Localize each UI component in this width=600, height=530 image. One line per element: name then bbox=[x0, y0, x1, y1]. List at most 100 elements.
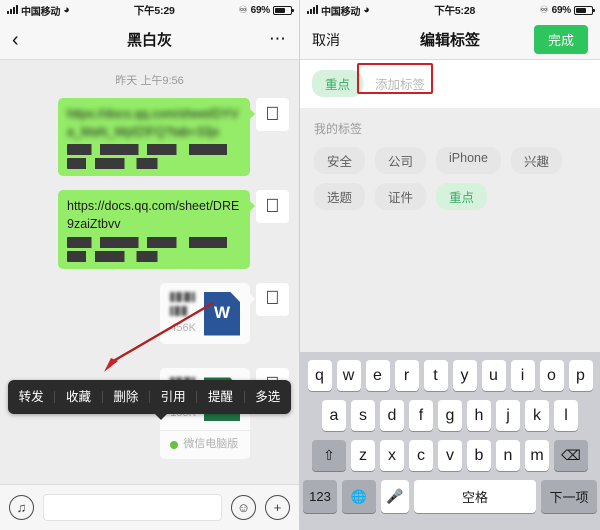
key-l[interactable]: l bbox=[554, 400, 578, 431]
context-menu-item-quote[interactable]: 引用 bbox=[150, 391, 198, 404]
file-type-letter: W bbox=[213, 303, 231, 323]
battery-icon bbox=[273, 5, 294, 15]
status-left-group: 中国移动 ◕ bbox=[307, 3, 370, 18]
tag-chip-xuanti[interactable]: 选题 bbox=[314, 183, 366, 210]
key-d[interactable]: d bbox=[380, 400, 404, 431]
file-card-source: 微信电脑版 bbox=[160, 430, 250, 459]
headphone-icon: ♾ bbox=[238, 4, 248, 16]
selected-tags-field[interactable]: 重点 添加标签 bbox=[300, 60, 600, 108]
status-bar-right: 中国移动 ◕ 下午5:28 ♾ 69% bbox=[300, 0, 600, 20]
key-h[interactable]: h bbox=[467, 400, 491, 431]
key-b[interactable]: b bbox=[467, 440, 491, 471]
key-y[interactable]: y bbox=[452, 360, 477, 391]
redacted-line bbox=[67, 250, 241, 262]
emoji-icon[interactable]: ☺ bbox=[231, 495, 256, 520]
key-w[interactable]: w bbox=[336, 360, 361, 391]
key-f[interactable]: f bbox=[409, 400, 433, 431]
key-u[interactable]: u bbox=[481, 360, 506, 391]
context-menu-item-delete[interactable]: 删除 bbox=[103, 391, 150, 404]
backspace-icon[interactable]: ⌫ bbox=[554, 440, 588, 471]
tag-chip-anquan[interactable]: 安全 bbox=[314, 147, 366, 174]
status-time: 下午5:28 bbox=[434, 4, 476, 17]
message-bubble-file[interactable]: 456K W bbox=[160, 282, 255, 345]
key-r[interactable]: r bbox=[394, 360, 419, 391]
context-menu-item-favorite[interactable]: 收藏 bbox=[55, 391, 103, 404]
redacted-filename bbox=[170, 305, 196, 316]
status-time: 下午5:29 bbox=[133, 4, 175, 17]
voice-input-icon[interactable]: ♫ bbox=[9, 495, 34, 520]
chat-input-bar: ♫ ☺ + bbox=[0, 484, 299, 530]
shift-arrow-icon[interactable]: ⇧ bbox=[312, 440, 346, 471]
key-p[interactable]: p bbox=[568, 360, 593, 391]
tag-chip-gongsi[interactable]: 公司 bbox=[375, 147, 427, 174]
key-z[interactable]: z bbox=[351, 440, 375, 471]
key-o[interactable]: o bbox=[539, 360, 564, 391]
globe-icon[interactable]: 🌐 bbox=[342, 480, 376, 513]
apple-avatar-icon[interactable]:  bbox=[256, 190, 289, 224]
carrier-label: 中国移动 bbox=[321, 6, 361, 18]
context-menu-item-multiselect[interactable]: 多选 bbox=[245, 391, 291, 404]
message-row: 456K W  bbox=[0, 282, 299, 345]
key-c[interactable]: c bbox=[409, 440, 433, 471]
tag-chip-zhongdian[interactable]: 重点 bbox=[436, 183, 488, 210]
battery-icon bbox=[574, 5, 595, 15]
chat-message-list: 昨天 上午9:56 https://docs.qq.com/sheet/DYVa… bbox=[0, 60, 299, 530]
key-a[interactable]: a bbox=[322, 400, 346, 431]
redacted-line bbox=[67, 144, 241, 156]
message-bubble-link[interactable]: https://docs.qq.com/sheet/DYVa_MaN_WpfZI… bbox=[58, 98, 255, 177]
file-card-text: 456K bbox=[170, 291, 196, 337]
key-t[interactable]: t bbox=[423, 360, 448, 391]
key-j[interactable]: j bbox=[496, 400, 520, 431]
context-menu-pointer-icon bbox=[154, 413, 168, 420]
key-n[interactable]: n bbox=[496, 440, 520, 471]
cancel-button[interactable]: 取消 bbox=[312, 30, 340, 50]
key-v[interactable]: v bbox=[438, 440, 462, 471]
context-menu-item-forward[interactable]: 转发 bbox=[8, 391, 56, 404]
tag-chip-zhengjian[interactable]: 证件 bbox=[375, 183, 427, 210]
key-s[interactable]: s bbox=[351, 400, 375, 431]
signal-bars-icon bbox=[7, 5, 18, 14]
message-input[interactable] bbox=[43, 494, 222, 521]
more-options-button[interactable]: ⋯ bbox=[269, 30, 287, 47]
key-x[interactable]: x bbox=[380, 440, 404, 471]
apple-avatar-icon[interactable]:  bbox=[256, 98, 289, 131]
tag-list: 安全 公司 iPhone 兴趣 选题 证件 重点 bbox=[314, 147, 586, 210]
key-m[interactable]: m bbox=[525, 440, 549, 471]
done-button[interactable]: 完成 bbox=[533, 25, 588, 54]
key-k[interactable]: k bbox=[525, 400, 549, 431]
message-text: https://docs.qq.com/sheet/DYVa_MaN_WpfZI… bbox=[67, 107, 239, 140]
microphone-icon[interactable]: 🎤 bbox=[381, 480, 409, 513]
keyboard-row-4: 123 🌐 🎤 空格 下一项 bbox=[300, 480, 600, 513]
nav-bar-right: 取消 编辑标签 完成 bbox=[300, 20, 600, 60]
tag-chip-iphone[interactable]: iPhone bbox=[436, 147, 501, 174]
wifi-icon: ◕ bbox=[63, 3, 70, 16]
dual-screenshot-container: 中国移动 ◕ 下午5:29 ♾ 69% ‹ 黑白灰 ⋯ 昨天 上午9:56 ht… bbox=[0, 0, 600, 530]
file-size: 456K bbox=[170, 321, 196, 334]
space-key[interactable]: 空格 bbox=[414, 480, 536, 513]
plus-icon[interactable]: + bbox=[265, 495, 290, 520]
message-row: https://docs.qq.com/sheet/DRE9zaiZtbvv  bbox=[0, 190, 299, 269]
keyboard-row-1: q w e r t y u i o p bbox=[300, 360, 600, 391]
message-text: https://docs.qq.com/sheet/DRE9zaiZtbvv bbox=[67, 199, 240, 232]
selected-tag-chip[interactable]: 重点 bbox=[312, 70, 364, 97]
tag-chip-xingqu[interactable]: 兴趣 bbox=[510, 147, 562, 174]
status-left-group: 中国移动 ◕ bbox=[7, 3, 70, 18]
key-e[interactable]: e bbox=[365, 360, 390, 391]
context-menu-item-remind[interactable]: 提醒 bbox=[197, 391, 245, 404]
nav-bar-left: ‹ 黑白灰 ⋯ bbox=[0, 20, 299, 60]
key-i[interactable]: i bbox=[510, 360, 535, 391]
status-right-group: ♾ 69% bbox=[238, 4, 294, 16]
key-g[interactable]: g bbox=[438, 400, 462, 431]
carrier-label: 中国移动 bbox=[21, 6, 61, 18]
wechat-pc-icon bbox=[170, 441, 179, 450]
numeric-key[interactable]: 123 bbox=[303, 480, 337, 513]
battery-percent: 69% bbox=[250, 4, 271, 16]
key-q[interactable]: q bbox=[307, 360, 332, 391]
right-screen-tag-editor: 中国移动 ◕ 下午5:28 ♾ 69% 取消 编辑标签 完成 重点 添加标签 我… bbox=[300, 0, 600, 530]
redacted-line bbox=[67, 236, 241, 248]
apple-avatar-icon[interactable]:  bbox=[256, 282, 289, 316]
back-button[interactable]: ‹ bbox=[12, 30, 52, 50]
message-row: https://docs.qq.com/sheet/DYVa_MaN_WpfZI… bbox=[0, 98, 299, 177]
message-bubble-link[interactable]: https://docs.qq.com/sheet/DRE9zaiZtbvv bbox=[58, 190, 255, 269]
next-key[interactable]: 下一项 bbox=[541, 480, 597, 513]
